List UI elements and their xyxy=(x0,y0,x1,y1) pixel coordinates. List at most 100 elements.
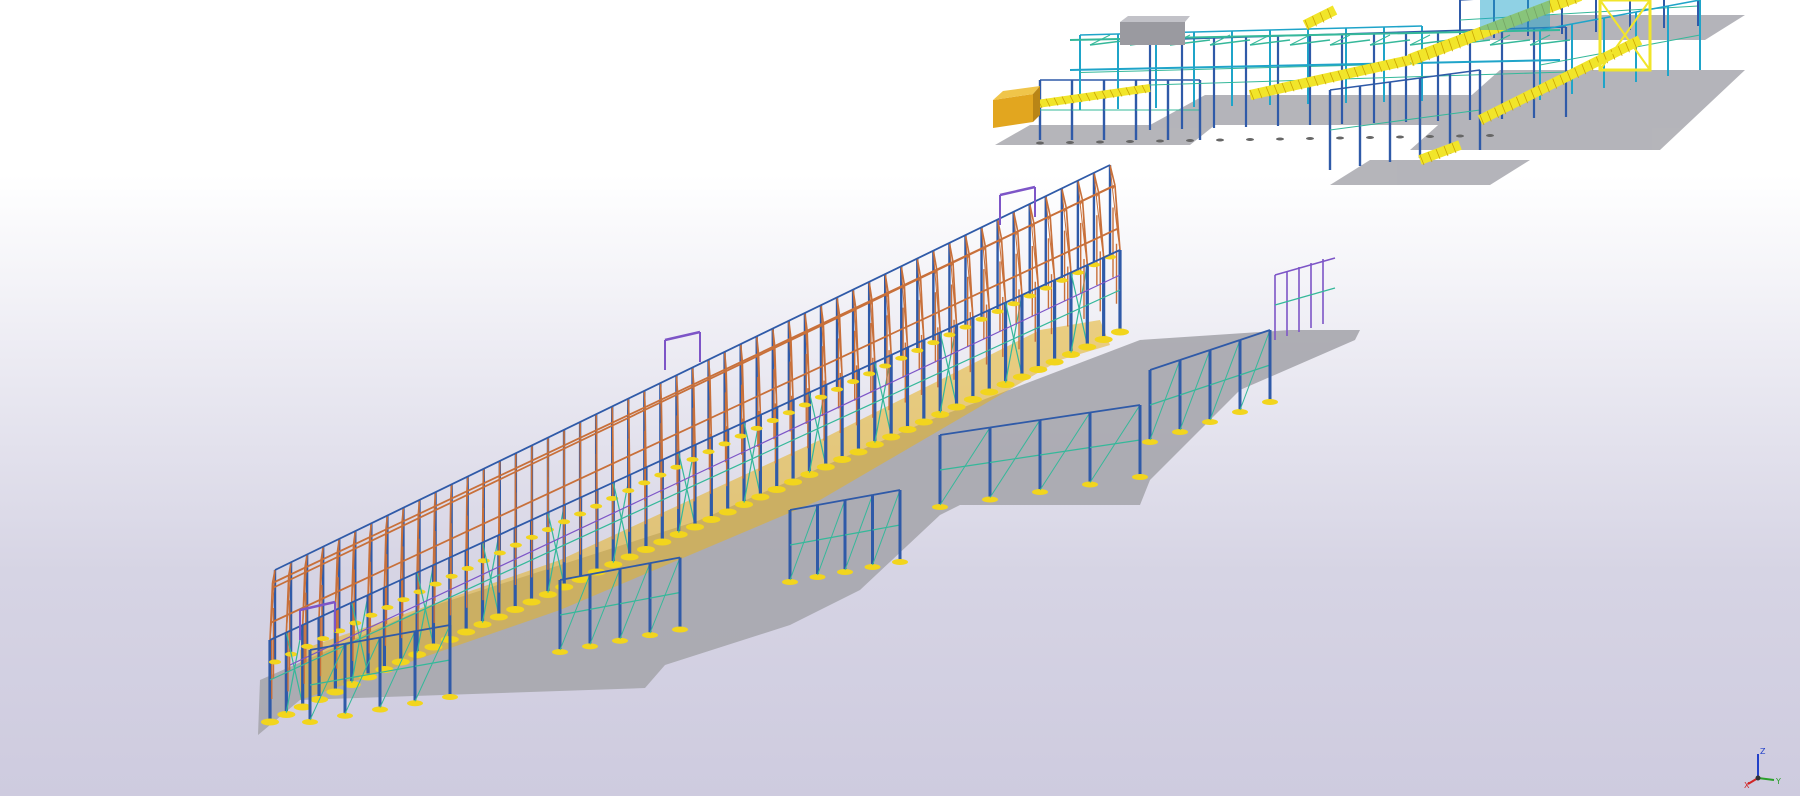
base-plate xyxy=(718,508,737,516)
structural-model-scene[interactable] xyxy=(0,0,1800,796)
base-plate xyxy=(943,332,956,338)
base-plate xyxy=(620,553,639,561)
truss-web xyxy=(432,549,435,566)
stair-rail xyxy=(1274,257,1336,276)
plant-base-plate xyxy=(1096,140,1104,144)
base-plate xyxy=(477,558,490,564)
base-plate xyxy=(653,538,672,546)
base-plate xyxy=(1262,399,1278,405)
plant-girt xyxy=(1149,83,1183,86)
plant-base-plate xyxy=(1246,138,1254,141)
base-plate xyxy=(882,433,901,441)
base-plate xyxy=(686,457,699,462)
base-plate xyxy=(269,659,281,665)
base-plate xyxy=(349,620,362,626)
plant-girt xyxy=(1079,71,1119,73)
base-plate xyxy=(622,488,635,494)
plant-girt xyxy=(1329,125,1361,131)
base-plate xyxy=(784,478,803,486)
base-plate xyxy=(767,486,786,493)
base-plate xyxy=(301,643,314,649)
plant-base-plate xyxy=(1456,134,1464,138)
base-plate xyxy=(980,388,999,396)
base-plate xyxy=(445,573,458,579)
plant-base-plate xyxy=(1426,135,1434,138)
base-plate xyxy=(590,503,603,509)
base-plate xyxy=(816,463,835,471)
plant-base-plate xyxy=(1306,137,1314,140)
plant-beam xyxy=(1449,69,1481,75)
base-plate xyxy=(718,441,731,447)
plant-girt xyxy=(1155,69,1195,71)
base-plate xyxy=(831,386,844,392)
base-plate xyxy=(734,433,747,439)
plant-girt xyxy=(1373,76,1407,79)
base-plate xyxy=(493,550,506,556)
base-plate xyxy=(1111,328,1129,336)
conveyor xyxy=(1302,5,1338,30)
base-plate xyxy=(506,606,525,613)
base-plate xyxy=(863,371,876,377)
base-plate xyxy=(461,566,474,572)
base-plate xyxy=(1012,373,1031,381)
base-plate xyxy=(766,418,779,424)
base-plate xyxy=(381,604,394,610)
base-plate xyxy=(638,480,651,486)
base-plate xyxy=(261,718,279,726)
plant-base-plate xyxy=(1186,139,1194,142)
axis-orientation-icon: Z X Y xyxy=(1744,747,1781,788)
base-plate xyxy=(525,534,538,540)
base-plate xyxy=(911,347,924,353)
base-plate xyxy=(574,511,587,517)
plant-base-plate xyxy=(1156,139,1164,143)
base-plate xyxy=(833,456,852,463)
base-plate xyxy=(847,379,860,385)
base-plate xyxy=(1078,343,1097,351)
base-plate xyxy=(442,694,458,700)
plant-beam xyxy=(1345,26,1385,29)
pipe-rack-chord xyxy=(1069,59,1561,71)
plant-girt xyxy=(1231,67,1271,69)
plant-base-plate xyxy=(1066,141,1074,144)
plant-beam xyxy=(1307,27,1347,30)
plant-girt xyxy=(1561,11,1597,15)
base-plate xyxy=(849,448,868,456)
base-plate xyxy=(879,363,892,369)
base-plate xyxy=(991,309,1004,315)
stair-rail xyxy=(1274,287,1336,306)
base-plate xyxy=(317,636,330,642)
axis-x-label: X xyxy=(1744,781,1750,788)
base-plate xyxy=(636,546,655,553)
access-platform xyxy=(664,330,701,370)
plant-base-plate xyxy=(1336,136,1344,140)
base-plate xyxy=(429,581,442,587)
truss-web xyxy=(400,564,402,581)
axis-z-label: Z xyxy=(1760,747,1766,756)
3d-model-viewport[interactable]: Z X Y xyxy=(0,0,1800,796)
base-plate xyxy=(959,324,972,330)
plant-base-plate xyxy=(1366,136,1374,139)
base-plate xyxy=(413,589,426,595)
plant-beam xyxy=(1079,33,1119,36)
plant-base-plate xyxy=(1276,137,1284,141)
stair-tower xyxy=(1274,257,1336,340)
plant-beam xyxy=(1667,0,1701,7)
base-plate xyxy=(975,316,988,322)
base-plate xyxy=(927,340,940,346)
platform-beam xyxy=(664,330,701,342)
base-plate xyxy=(457,628,476,636)
base-plate xyxy=(750,425,763,431)
base-plate xyxy=(365,612,378,618)
yellow-building-box xyxy=(993,86,1040,128)
plant-beam xyxy=(1269,28,1309,31)
base-plate xyxy=(1045,358,1064,366)
base-plate xyxy=(326,688,345,696)
truss-web xyxy=(416,557,419,573)
plant-beam xyxy=(1383,25,1423,28)
plant-girt xyxy=(1245,80,1279,83)
base-plate xyxy=(947,403,966,411)
plant-base-plate xyxy=(1036,141,1044,145)
axis-y-label: Y xyxy=(1775,777,1781,786)
base-plate xyxy=(1132,474,1148,480)
base-plate xyxy=(963,396,982,403)
